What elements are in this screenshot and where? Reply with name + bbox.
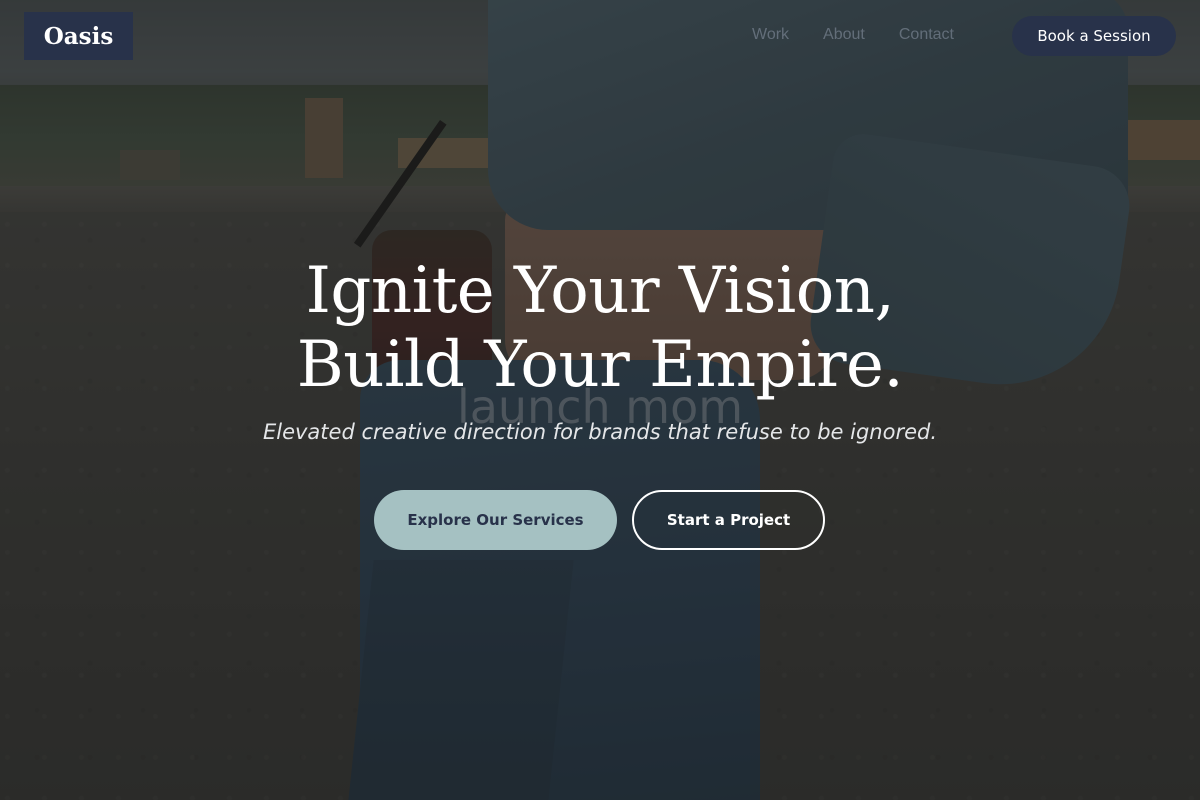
logo[interactable]: Oasis — [24, 12, 133, 60]
nav-link-work[interactable]: Work — [752, 26, 789, 44]
main-nav: Work About Contact — [752, 26, 954, 44]
hero-section: Ignite Your Vision, Build Your Empire. l… — [0, 0, 1200, 800]
book-session-button[interactable]: Book a Session — [1012, 16, 1176, 56]
site-header: Oasis Work About Contact Book a Session — [0, 0, 1200, 72]
start-project-button[interactable]: Start a Project — [632, 490, 825, 550]
hero-title-line-1: Ignite Your Vision, — [305, 254, 895, 328]
explore-services-button[interactable]: Explore Our Services — [374, 490, 617, 550]
hero-subtitle: Elevated creative direction for brands t… — [262, 420, 938, 444]
nav-link-about[interactable]: About — [823, 26, 865, 44]
nav-link-contact[interactable]: Contact — [899, 26, 954, 44]
